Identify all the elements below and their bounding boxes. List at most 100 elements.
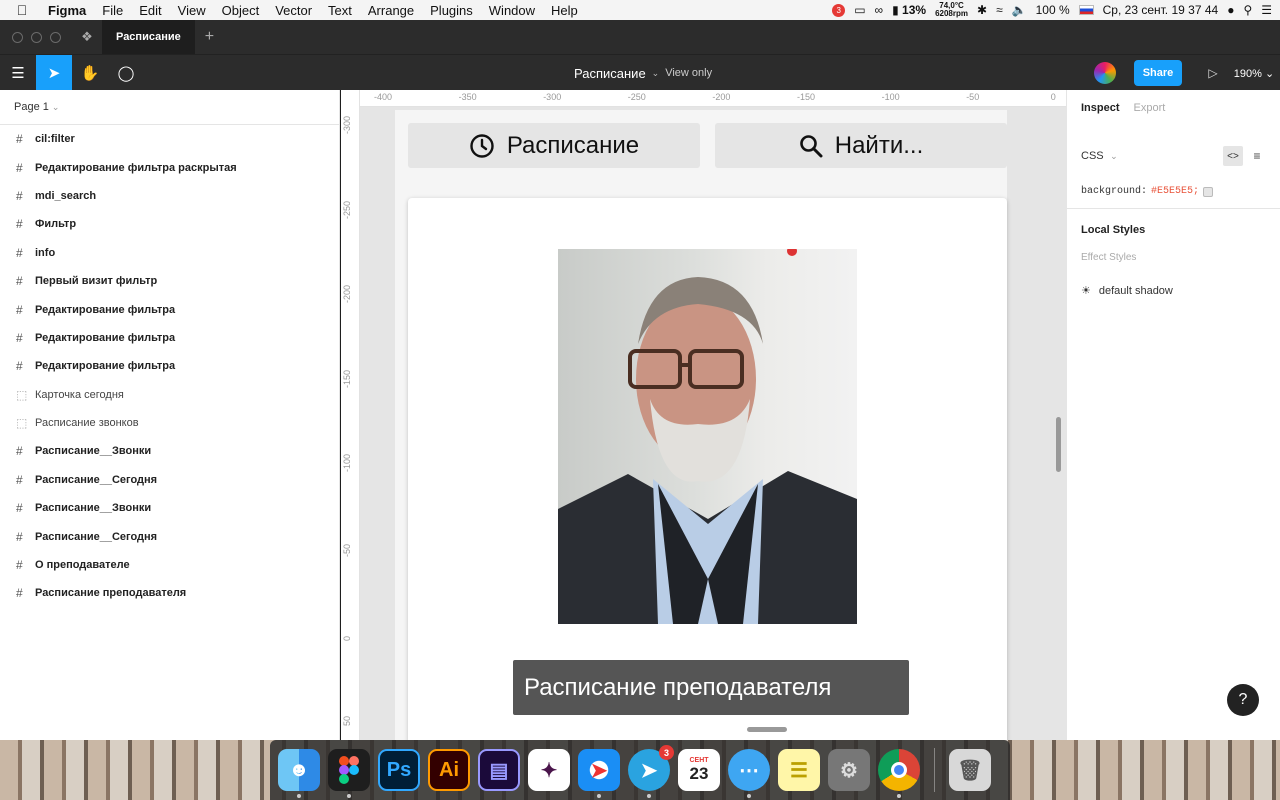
layer-item[interactable]: # О преподавателе <box>0 551 339 579</box>
list-view-icon[interactable]: ≡ <box>1247 146 1267 166</box>
design-canvas[interactable]: -400 -350 -300 -250 -200 -150 -100 -50 0 -300 -25… <box>341 90 1066 740</box>
illustrator-icon[interactable]: Ai <box>428 749 470 791</box>
page-selector[interactable]: Page 1 ⌄ <box>0 90 339 125</box>
safari-icon[interactable]: ➤ <box>578 749 620 798</box>
layer-label: info <box>35 246 56 259</box>
system-preferences-icon[interactable]: ⚙ <box>828 749 870 791</box>
bluetooth-icon[interactable]: ✱ <box>977 3 987 17</box>
layer-item[interactable]: # Расписание преподавателя <box>0 579 339 607</box>
move-tool-cursor-icon[interactable]: ➤ <box>36 54 72 91</box>
volume-percent[interactable]: 100 % <box>1036 3 1070 17</box>
code-view-icon[interactable]: <> <box>1223 146 1243 166</box>
temperature-readout[interactable]: 74,0°C 6208rpm <box>935 2 968 18</box>
code-language-dropdown[interactable]: CSS ⌄ <box>1081 150 1118 162</box>
menu-view[interactable]: View <box>170 3 214 18</box>
telegram-icon[interactable]: ➤ 3 <box>628 745 674 798</box>
finder-icon[interactable]: ☻ <box>278 749 320 798</box>
main-menu-hamburger-icon[interactable]: ☰ <box>0 55 36 91</box>
layer-item[interactable]: # info <box>0 239 339 267</box>
layer-item[interactable]: # Редактирование фильтра раскрытая <box>0 153 339 181</box>
search-button[interactable]: Найти... <box>715 123 1007 168</box>
tab-document[interactable]: Расписание <box>102 20 195 54</box>
layer-item[interactable]: # Редактирование фильтра <box>0 352 339 380</box>
menu-arrange[interactable]: Arrange <box>360 3 422 18</box>
comment-tool-icon[interactable]: ◯ <box>108 55 144 91</box>
share-button[interactable]: Share <box>1134 60 1182 86</box>
apple-menu-icon[interactable]:  <box>0 2 44 18</box>
notification-badge[interactable]: 3 <box>832 3 846 17</box>
zoom-level-dropdown[interactable]: 190% ⌄ <box>1228 67 1280 80</box>
layer-item[interactable]: # Расписание__Звонки <box>0 494 339 522</box>
ruler-vertical: -300 -250 -200 -150 -100 -50 0 50 <box>341 90 360 740</box>
notification-center-icon[interactable]: ☰ <box>1261 3 1272 17</box>
hand-tool-icon[interactable]: ✋ <box>72 55 108 91</box>
battery-indicator[interactable]: ▮ 13% <box>892 3 926 17</box>
figma-icon[interactable] <box>328 749 370 798</box>
menu-help[interactable]: Help <box>543 3 586 18</box>
close-window-button[interactable] <box>12 31 23 43</box>
layer-item[interactable]: # cil:filter <box>0 125 339 153</box>
airplay-icon[interactable]: ▭ <box>854 3 865 17</box>
help-button[interactable]: ? <box>1227 684 1259 716</box>
minimize-window-button[interactable] <box>31 31 42 43</box>
layer-item[interactable]: ⬚ Карточка сегодня <box>0 381 339 409</box>
menu-object[interactable]: Object <box>214 3 268 18</box>
layer-item[interactable]: # Расписание__Сегодня <box>0 466 339 494</box>
menu-window[interactable]: Window <box>481 3 543 18</box>
calendar-icon[interactable]: СЕНТ 23 <box>678 749 720 791</box>
layer-item[interactable]: ⬚ Расписание звонков <box>0 409 339 437</box>
tab-inspect[interactable]: Inspect <box>1081 102 1120 114</box>
tab-export[interactable]: Export <box>1134 102 1166 114</box>
layer-label: Расписание__Сегодня <box>35 530 158 543</box>
menu-text[interactable]: Text <box>320 3 360 18</box>
sheet-drag-handle[interactable] <box>747 727 787 732</box>
slack-icon[interactable]: ✦ <box>528 749 570 791</box>
input-source-flag-icon[interactable] <box>1078 5 1094 15</box>
status-area: 3 ▭ ∞ ▮ 13% 74,0°C 6208rpm ✱ ≈ 🔈 100 % Ср… <box>832 0 1272 20</box>
layer-item[interactable]: # Редактирование фильтра <box>0 324 339 352</box>
creative-cloud-icon[interactable]: ∞ <box>875 3 884 17</box>
document-title[interactable]: Расписание ⌄ View only <box>574 55 712 91</box>
layer-item[interactable]: # Расписание__Звонки <box>0 437 339 465</box>
sun-effect-icon: ☀ <box>1081 285 1091 297</box>
layer-item[interactable]: # Расписание__Сегодня <box>0 522 339 550</box>
frame-hash-icon: # <box>16 302 23 317</box>
menu-edit[interactable]: Edit <box>131 3 169 18</box>
present-play-icon[interactable]: ▷ <box>1198 66 1228 80</box>
user-avatar[interactable] <box>1094 62 1116 84</box>
menu-vector[interactable]: Vector <box>267 3 320 18</box>
notes-icon[interactable]: ☰ <box>778 749 820 791</box>
trash-icon[interactable]: 🗑 <box>949 749 991 791</box>
messages-icon[interactable]: ⋯ <box>728 749 770 798</box>
menu-app-name[interactable]: Figma <box>44 3 94 18</box>
menu-file[interactable]: File <box>94 3 131 18</box>
spotlight-search-icon[interactable]: ⚲ <box>1243 3 1252 17</box>
layer-item[interactable]: # Фильтр <box>0 210 339 238</box>
new-tab-plus-icon[interactable]: + <box>195 28 214 46</box>
menu-plugins[interactable]: Plugins <box>422 3 481 18</box>
zoom-window-button[interactable] <box>50 31 61 43</box>
layer-item[interactable]: # Первый визит фильтр <box>0 267 339 295</box>
chrome-icon[interactable] <box>878 749 920 798</box>
wifi-icon[interactable]: ≈ <box>996 3 1003 17</box>
figma-logo-icon[interactable]: ❖ <box>72 29 102 45</box>
layer-label: Расписание__Звонки <box>35 502 152 515</box>
teacher-schedule-caption[interactable]: Расписание преподавателя <box>513 660 909 715</box>
layer-label: Редактирование фильтра <box>35 360 176 373</box>
frame-hash-icon: # <box>16 274 23 289</box>
layer-item[interactable]: # Редактирование фильтра <box>0 295 339 323</box>
canvas-scrollbar[interactable] <box>1056 417 1061 472</box>
volume-icon[interactable]: 🔈 <box>1012 3 1027 17</box>
user-icon[interactable]: ● <box>1227 3 1234 17</box>
teacher-card[interactable]: Расписание преподавателя <box>408 198 1007 740</box>
css-code-line[interactable]: background: #E5E5E5; <box>1081 186 1214 197</box>
mobile-frame[interactable]: Расписание Найти... Расписание преподава… <box>395 110 1007 740</box>
css-property: background: <box>1081 186 1148 197</box>
photoshop-icon[interactable]: Ps <box>378 749 420 791</box>
style-item-default-shadow[interactable]: ☀ default shadow <box>1081 284 1173 298</box>
schedule-button[interactable]: Расписание <box>408 123 700 168</box>
figma-logo-icon <box>339 756 359 784</box>
premiere-icon[interactable]: ▤ <box>478 749 520 791</box>
clock[interactable]: Ср, 23 сент. 19 37 44 <box>1103 3 1219 17</box>
layer-item[interactable]: # mdi_search <box>0 182 339 210</box>
